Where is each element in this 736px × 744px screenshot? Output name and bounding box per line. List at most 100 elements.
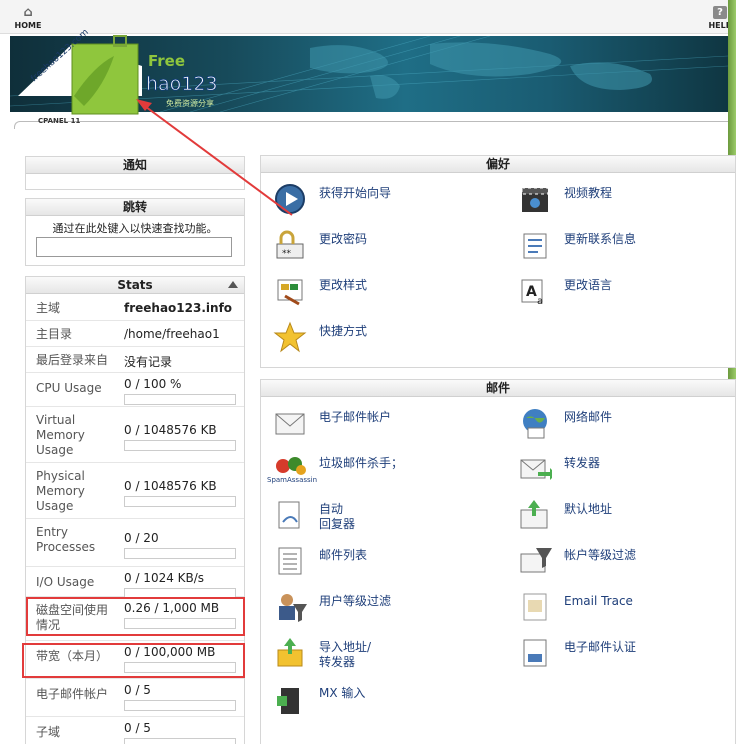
item-label: 垃圾邮件杀手； [319,456,404,470]
lock-password-icon: ** [273,228,307,262]
item-label: 导入地址/ 转发器 [319,640,372,669]
item-label: 更改语言 [564,278,613,292]
account-filter-icon [518,544,552,578]
item-label: 网络邮件 [564,410,613,424]
play-circle-icon [273,182,307,216]
contact-card-icon [518,228,552,262]
svg-text:A: A [526,284,537,300]
item-label: 电子邮件认证 [564,640,637,654]
spamassassin-sublabel: SpamAssassin [267,476,318,484]
svg-text:a: a [537,296,543,307]
palette-icon [273,274,307,308]
preferences-item[interactable]: 获得开始向导 [273,182,503,222]
autoresponder-icon [273,498,307,532]
globe-mail-icon [518,406,552,440]
preferences-item[interactable]: 视频教程 [518,182,736,222]
stats-row: Entry Processes 0 / 20 [26,519,244,567]
mail-item[interactable]: MX 输入 [273,682,503,722]
star-icon [273,320,307,354]
stats-row-value: 0 / 1024 KB/s [124,571,205,585]
mail-item[interactable]: 转发器 [518,452,736,492]
usage-bar [124,548,236,559]
logo-hao-text: hao123 [146,73,218,95]
item-label: 快捷方式 [319,324,368,338]
item-label: 更新联系信息 [564,232,637,246]
mail-item[interactable]: SpamAssassin 垃圾邮件杀手； [267,452,503,492]
stats-row-value: /home/freehao1 [124,327,220,341]
item-label: 更改样式 [319,278,368,292]
logo-free-text: Free [148,52,185,70]
stats-row-label: Virtual Memory Usage [36,413,85,457]
usage-bar [124,496,236,507]
notice-title: 通知 [26,157,244,174]
item-label: 获得开始向导 [319,186,392,200]
stats-row: CPU Usage 0 / 100 % [26,373,244,407]
highlight-bandwidth [22,643,245,678]
logo-tagline: 免费资源分享 [166,98,214,108]
email-trace-icon [518,590,552,624]
usage-bar [124,738,236,744]
mail-item[interactable]: 帐户等级过滤 [518,544,736,584]
usage-bar [124,700,236,711]
mail-item[interactable]: 电子邮件认证 [518,636,736,676]
stats-row-label: I/O Usage [36,575,95,589]
item-label: 转发器 [564,456,601,470]
stats-row-value: 0 / 20 [124,531,159,545]
cpanel-tab[interactable]: CPANEL 11 [38,117,80,125]
stats-row-value: freehao123.info [124,301,233,315]
stats-row-value: 0 / 1048576 KB [124,479,217,493]
stats-row-label: Physical Memory Usage [36,469,85,513]
preferences-title: 偏好 [261,156,735,173]
mx-entry-icon [273,682,307,716]
stats-row-label: 主域 [36,301,61,315]
mail-section: 邮件 电子邮件帐户 网络邮件 SpamAssassin 垃圾邮件杀手； 转发器自动 回复… [260,379,736,744]
jump-box: 跳转 通过在此处键入以快速查找功能。 [25,198,245,266]
stats-row-value: 0 / 100 % [124,377,182,391]
stats-title: Stats [117,278,153,292]
mail-item[interactable]: 默认地址 [518,498,736,538]
preferences-item[interactable]: ** 更改密码 [273,228,503,268]
jump-search-input[interactable] [36,237,232,257]
mail-item[interactable]: 邮件列表 [273,544,503,584]
stats-row: 子域 0 / 5 [26,717,244,744]
usage-bar [124,394,236,405]
preferences-item[interactable]: 快捷方式 [273,320,503,360]
preferences-item[interactable]: 更改样式 [273,274,503,314]
language-icon: Aa [518,274,552,308]
default-address-icon [518,498,552,532]
item-label: 视频教程 [564,186,613,200]
home-icon: ⌂ [23,5,33,20]
preferences-item[interactable]: Aa 更改语言 [518,274,736,314]
stats-row-label: Entry Processes [36,525,96,554]
stats-row-label: CPU Usage [36,381,102,395]
mail-title: 邮件 [261,380,735,397]
collapse-triangle-icon[interactable] [228,281,238,288]
clapperboard-icon [518,182,552,216]
item-label: 帐户等级过滤 [564,548,637,562]
stats-row-label: 主目录 [36,327,73,341]
user-filter-icon [273,590,307,624]
mail-item[interactable]: 导入地址/ 转发器 [273,636,503,676]
stats-row-label: 最后登录来自 [36,353,109,367]
item-label: 自动 回复器 [319,502,356,531]
usage-bar [124,440,236,451]
envelope-icon [273,406,307,440]
mail-item[interactable]: 网络邮件 [518,406,736,446]
stats-header: Stats [26,277,244,294]
stats-row-value: 0 / 5 [124,721,151,735]
notice-box: 通知 [25,156,245,190]
stats-row-value: 没有记录 [124,355,173,369]
preferences-item[interactable]: 更新联系信息 [518,228,736,268]
item-label: 默认地址 [564,502,613,516]
stats-row: I/O Usage 0 / 1024 KB/s [26,567,244,599]
stats-row-value: 0 / 5 [124,683,151,697]
mail-item[interactable]: Email Trace [518,590,736,630]
stats-row: 主目录/home/freehao1 [26,321,244,347]
freehao123-logo: Free hao123 免费资源分享 freehao123.com [18,27,218,115]
mail-item[interactable]: 电子邮件帐户 [273,406,503,446]
stats-row-label: 子域 [36,725,61,739]
stats-row: 电子邮件帐户 0 / 5 [26,679,244,717]
mail-item[interactable]: 自动 回复器 [273,498,503,538]
highlight-disk-usage [26,597,245,636]
mail-item[interactable]: 用户等级过滤 [273,590,503,630]
